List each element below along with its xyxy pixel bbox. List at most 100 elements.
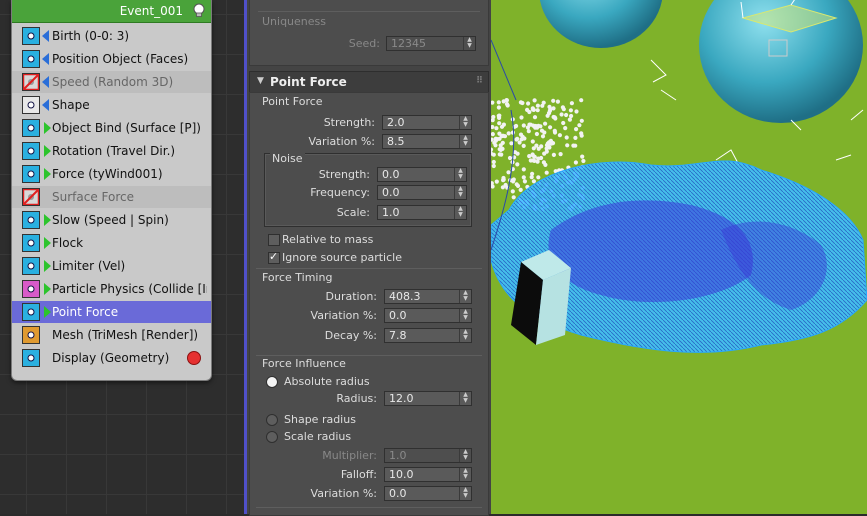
operator-port-icon[interactable] [42, 76, 49, 88]
point-force-icon[interactable] [22, 303, 40, 321]
radius-spinner[interactable]: 12.0 ▲ ▼ [384, 391, 472, 406]
particle-dot [491, 132, 495, 137]
particle-dot [519, 115, 524, 120]
operator-port-icon[interactable] [42, 53, 49, 65]
variation-spinner[interactable]: 8.5 ▲ ▼ [382, 134, 472, 149]
spinner-arrows-icon[interactable]: ▲ ▼ [459, 116, 471, 129]
spinner-arrows-icon[interactable]: ▲ ▼ [463, 37, 475, 50]
particle-dot [535, 103, 540, 108]
operator-row[interactable]: Mesh (TriMesh [Render]) [12, 324, 211, 346]
duration-spinner[interactable]: 408.3 ▲ ▼ [384, 289, 472, 304]
particle-dot [569, 101, 574, 106]
3d-viewport[interactable] [491, 0, 867, 514]
operator-row[interactable]: Position Object (Faces) [12, 48, 211, 70]
operator-port-icon[interactable] [42, 30, 49, 42]
strength-spinner[interactable]: 2.0 ▲ ▼ [382, 115, 472, 130]
frequency-spinner[interactable]: 0.0 ▲ ▼ [377, 185, 467, 200]
operator-label: Mesh (TriMesh [Render]) [52, 328, 199, 342]
operator-port-icon[interactable] [44, 168, 51, 180]
spinner-arrows-icon[interactable]: ▲ ▼ [459, 329, 471, 342]
spinner-arrows-icon[interactable]: ▲ ▼ [454, 168, 466, 181]
mesh-icon[interactable] [22, 326, 40, 344]
operator-port-icon[interactable] [44, 214, 51, 226]
operator-port-icon[interactable] [44, 306, 51, 318]
particle-dot [536, 175, 541, 180]
operator-port-icon[interactable] [44, 145, 51, 157]
operator-row[interactable]: Flock [12, 232, 211, 254]
drag-grip-icon[interactable]: ⠿ [476, 76, 483, 86]
particle-dot [535, 108, 540, 113]
object-bind-icon[interactable] [22, 119, 40, 137]
shape-icon[interactable] [22, 96, 40, 114]
collapse-arrow-icon[interactable]: ▼ [257, 76, 264, 86]
falloff-label: Falloff: [340, 468, 377, 481]
operator-row[interactable]: Shape [12, 94, 211, 116]
operator-row[interactable]: Point Force [12, 301, 211, 323]
particle-dot [521, 123, 526, 128]
particle-dot [515, 162, 520, 167]
operator-label: Particle Physics (Collide [In... [52, 282, 207, 296]
spinner-arrows-icon[interactable]: ▲ ▼ [459, 468, 471, 481]
operator-port-icon[interactable] [44, 283, 51, 295]
operator-row[interactable]: Speed (Random 3D) [12, 71, 211, 93]
point-force-rollout-header[interactable]: ▼ Point Force ⠿ [249, 71, 489, 93]
flock-icon[interactable] [22, 234, 40, 252]
operator-row[interactable]: Limiter (Vel) [12, 255, 211, 277]
operator-row[interactable]: Display (Geometry) [12, 347, 211, 369]
shape-radius-label: Shape radius [284, 413, 356, 426]
operator-row[interactable]: Rotation (Travel Dir.) [12, 140, 211, 162]
operator-port-icon[interactable] [44, 122, 51, 134]
scale-radius-radio[interactable] [266, 431, 278, 443]
slow-icon[interactable] [22, 211, 40, 229]
birth-icon[interactable] [22, 27, 40, 45]
operator-row[interactable]: Slow (Speed | Spin) [12, 209, 211, 231]
point-force-rollout: Point Force Strength: 2.0 ▲ ▼ Variation %… [249, 92, 489, 516]
spinner-arrows-icon[interactable]: ▲ ▼ [459, 487, 471, 500]
particle-dot [571, 143, 576, 148]
limiter-icon[interactable] [22, 257, 40, 275]
spinner-arrows-icon[interactable]: ▲ ▼ [459, 309, 471, 322]
particle-view-graph[interactable]: Event_001 Birth (0-0: 3) Position Object … [0, 0, 246, 514]
display-icon[interactable] [22, 349, 40, 367]
decay-spinner[interactable]: 7.8 ▲ ▼ [384, 328, 472, 343]
lightbulb-icon[interactable] [192, 3, 206, 18]
influence-variation-spinner[interactable]: 0.0 ▲ ▼ [384, 486, 472, 501]
operator-row[interactable]: Particle Physics (Collide [In... [12, 278, 211, 300]
spinner-arrows-icon[interactable]: ▲ ▼ [454, 206, 466, 219]
speed-icon[interactable] [22, 73, 40, 91]
operator-row[interactable]: Birth (0-0: 3) [12, 25, 211, 47]
rotation-icon[interactable] [22, 142, 40, 160]
spinner-arrows-icon[interactable]: ▲ ▼ [454, 186, 466, 199]
event-header[interactable]: Event_001 [12, 0, 211, 23]
radius-label: Radius: [336, 392, 377, 405]
operator-port-icon[interactable] [44, 260, 51, 272]
position-object-icon[interactable] [22, 50, 40, 68]
display-color-swatch[interactable] [187, 351, 201, 365]
spinner-arrows-icon[interactable]: ▲ ▼ [459, 290, 471, 303]
seed-spinner[interactable]: 12345 ▲ ▼ [386, 36, 476, 51]
multiplier-spinner[interactable]: 1.0 ▲ ▼ [384, 448, 472, 463]
spinner-arrows-icon[interactable]: ▲ ▼ [459, 135, 471, 148]
particle-dot [520, 100, 525, 106]
absolute-radius-radio[interactable] [266, 376, 278, 388]
operator-row[interactable]: Surface Force [12, 186, 211, 208]
operator-row[interactable]: Object Bind (Surface [P]) [12, 117, 211, 139]
falloff-spinner[interactable]: 10.0 ▲ ▼ [384, 467, 472, 482]
particle-dot [493, 136, 498, 141]
spinner-arrows-icon[interactable]: ▲ ▼ [459, 449, 471, 462]
particle-physics-icon[interactable] [22, 280, 40, 298]
force-icon[interactable] [22, 165, 40, 183]
event-node[interactable]: Event_001 Birth (0-0: 3) Position Object … [11, 0, 212, 381]
sphere-left[interactable] [539, 0, 663, 48]
noise-strength-spinner[interactable]: 0.0 ▲ ▼ [377, 167, 467, 182]
surface-force-icon[interactable] [22, 188, 40, 206]
shape-radius-radio[interactable] [266, 414, 278, 426]
operator-port-icon[interactable] [44, 237, 51, 249]
ignore-source-checkbox[interactable] [268, 250, 280, 264]
timing-variation-spinner[interactable]: 0.0 ▲ ▼ [384, 308, 472, 323]
scale-spinner[interactable]: 1.0 ▲ ▼ [377, 205, 467, 220]
operator-row[interactable]: Force (tyWind001) [12, 163, 211, 185]
operator-port-icon[interactable] [42, 99, 49, 111]
relative-to-mass-checkbox[interactable] [268, 234, 280, 246]
spinner-arrows-icon[interactable]: ▲ ▼ [459, 392, 471, 405]
